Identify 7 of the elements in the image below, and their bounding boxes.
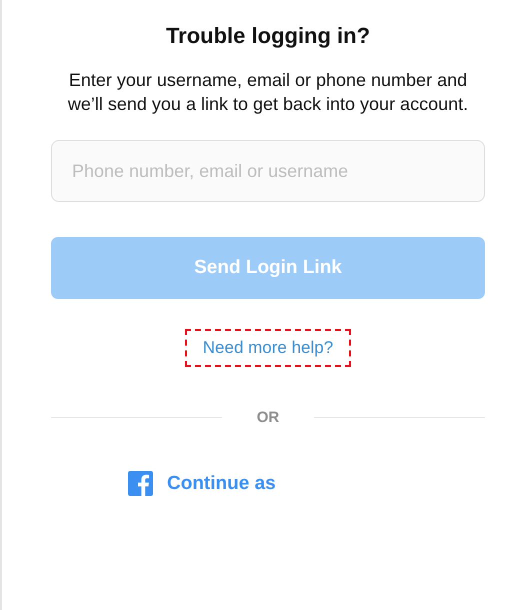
- help-link[interactable]: Need more help?: [202, 337, 334, 359]
- input-field[interactable]: Phone number, email or username: [51, 140, 485, 202]
- instructions-text: Enter your username, email or phone number and we’ll send you a link to get back into your account.: [66, 69, 470, 116]
- continue-link[interactable]: Continue as: [128, 471, 485, 496]
- f-square-icon: [128, 471, 153, 496]
- divider-label: OR: [256, 409, 280, 426]
- page-title: Trouble logging in?: [164, 22, 372, 50]
